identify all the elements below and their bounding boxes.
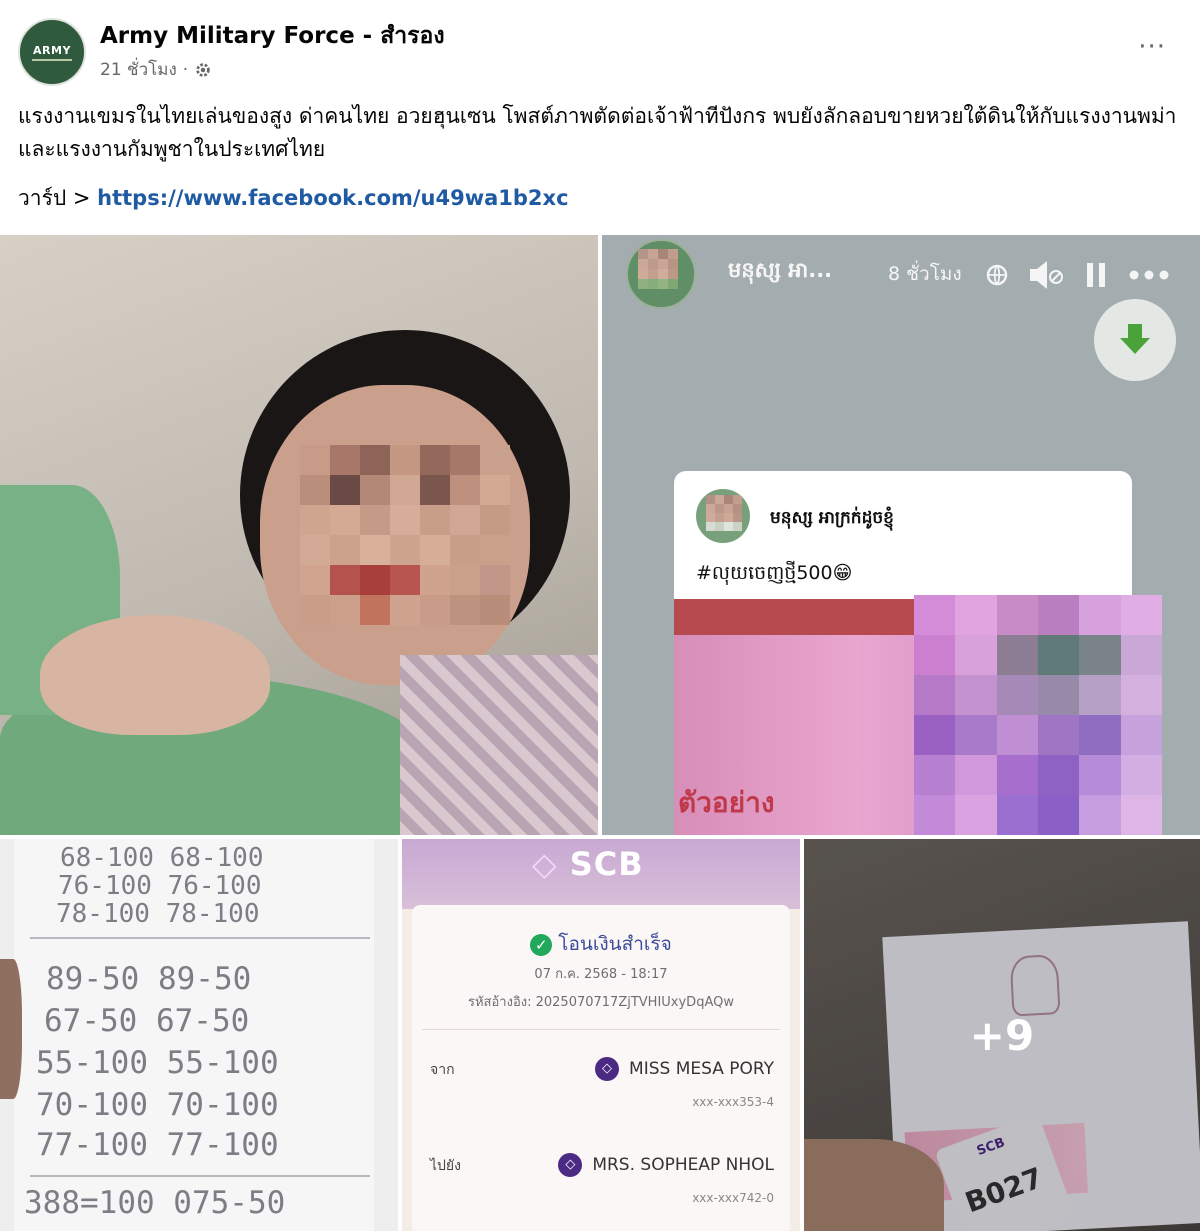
gear-icon	[196, 62, 210, 77]
scb-to-name: MRS. SOPHEAP NHOL	[592, 1155, 774, 1175]
scb-from-label: จาก	[430, 1062, 455, 1078]
download-arrow-icon	[1120, 324, 1150, 354]
card-user-name[interactable]: មនុស្ស អាក្រក់ដូចខ្ញុំ	[770, 507, 894, 532]
scb-logo: ◇ SCB	[532, 845, 644, 883]
finger	[0, 959, 22, 1099]
story-user-name[interactable]: មនុស្ស អា...	[728, 257, 832, 288]
photo-lottery-note[interactable]: 68-100 68-100 76-100 76-100 78-100 78-10…	[0, 839, 398, 1231]
banknote-red-band	[674, 599, 914, 635]
photo-grid: មនុស្ស អា... 8 ชั่วโมง មនុស្ស អាក្រក់ដូច…	[0, 235, 1200, 1231]
avatar-logo-text: ARMY	[33, 43, 71, 57]
scb-logo-mark: ◇	[532, 845, 558, 883]
story-controls	[986, 255, 1170, 295]
scb-from-logo-icon: ◇	[595, 1057, 620, 1081]
warp-line: วาร์ป > https://www.facebook.com/u49wa1b…	[18, 183, 569, 213]
story-avatar[interactable]	[626, 239, 696, 309]
scb-from-name: MISS MESA PORY	[629, 1059, 774, 1079]
hand-peace	[40, 615, 270, 735]
note-divider-bottom	[30, 1175, 370, 1177]
scb-status-text: โอนเงินสำเร็จ	[558, 933, 672, 955]
globe-icon	[986, 264, 1008, 286]
scb-divider-1	[422, 1029, 780, 1030]
check-icon: ✓	[530, 933, 553, 956]
note-line-3: 78-100 78-100	[56, 899, 260, 929]
note-line-4: 89-50 89-50	[46, 961, 252, 997]
scb-ref: รหัสอ้างอิง: 2025070717ZjTVHIUxyDqAQw	[468, 995, 734, 1010]
note-line-2: 76-100 76-100	[58, 871, 262, 901]
scb-to-label: ไปยัง	[430, 1158, 461, 1174]
post-text: แรงงานเขมรในไทยเล่นของสูง ด่าคนไทย อวยฮุ…	[18, 104, 1177, 161]
scb-from-account: ◇ MISS MESA PORY	[595, 1057, 774, 1081]
more-options-icon[interactable]: ···	[1138, 32, 1166, 62]
warp-link[interactable]: https://www.facebook.com/u49wa1b2xc	[97, 186, 568, 210]
face-blur-mosaic	[300, 445, 510, 625]
card-hashtag[interactable]: #លុយចេញថ្មី500😁	[696, 561, 852, 589]
scb-from-number: xxx-xxx353-4	[692, 1095, 774, 1109]
scb-header: ◇ SCB	[402, 839, 800, 909]
scb-date: 07 ก.ค. 2568 - 18:17	[534, 967, 668, 982]
scb-status: ✓ โอนเงินสำเร็จ	[412, 929, 790, 959]
photo-selfie[interactable]	[0, 235, 598, 835]
card-avatar-blur	[706, 495, 742, 531]
scb-slip-card: ✓ โอนเงินสำเร็จ 07 ก.ค. 2568 - 18:17 รหั…	[412, 905, 790, 1231]
note-line-9: 388=100 075-50	[24, 1185, 286, 1221]
note-line-8: 77-100 77-100	[36, 1127, 279, 1163]
photo-story-screenshot[interactable]: មនុស្ស អា... 8 ชั่วโมง មនុស្ស អាក្រក់ដូច…	[602, 235, 1200, 835]
scb-logo-text: SCB	[569, 845, 644, 883]
note-line-1: 68-100 68-100	[60, 843, 264, 873]
page-name-link[interactable]: Army Military Force - สำรอง	[100, 18, 445, 54]
story-avatar-blur	[638, 249, 678, 289]
photo-scb-slip[interactable]: ◇ SCB ✓ โอนเงินสำเร็จ 07 ก.ค. 2568 - 18:…	[402, 839, 800, 1231]
banknote-sample-text: ตัวอย่าง	[678, 786, 775, 819]
avatar-logo-line	[32, 58, 72, 61]
more-photos-count[interactable]: +9	[804, 839, 1200, 1231]
banknotes	[400, 655, 598, 835]
post-meta: 21 ชั่วโมง ·	[100, 56, 212, 83]
mute-icon[interactable]	[1026, 255, 1066, 295]
note-line-6: 55-100 55-100	[36, 1045, 279, 1081]
card-avatar[interactable]	[696, 489, 750, 543]
note-blur-mosaic	[914, 595, 1162, 835]
download-button[interactable]	[1094, 299, 1176, 381]
post-header: ARMY Army Military Force - สำรอง 21 ชั่ว…	[0, 0, 1200, 95]
pause-icon[interactable]	[1084, 260, 1110, 290]
story-more-icon[interactable]	[1128, 269, 1170, 281]
meta-separator: ·	[182, 59, 189, 80]
post-time[interactable]: 21 ชั่วโมง	[100, 56, 177, 83]
photo-document-more[interactable]: SCB B027 +9	[804, 839, 1200, 1231]
scb-to-logo-icon: ◇	[558, 1153, 583, 1177]
note-line-7: 70-100 70-100	[36, 1087, 279, 1123]
scb-to-account: ◇ MRS. SOPHEAP NHOL	[558, 1153, 774, 1177]
note-line-5: 67-50 67-50	[44, 1003, 250, 1039]
page-avatar[interactable]: ARMY	[18, 18, 86, 86]
scb-to-number: xxx-xxx742-0	[692, 1191, 774, 1205]
story-time: 8 ชั่วโมง	[888, 263, 962, 285]
warp-label: วาร์ป >	[18, 186, 91, 210]
note-divider	[30, 937, 370, 939]
